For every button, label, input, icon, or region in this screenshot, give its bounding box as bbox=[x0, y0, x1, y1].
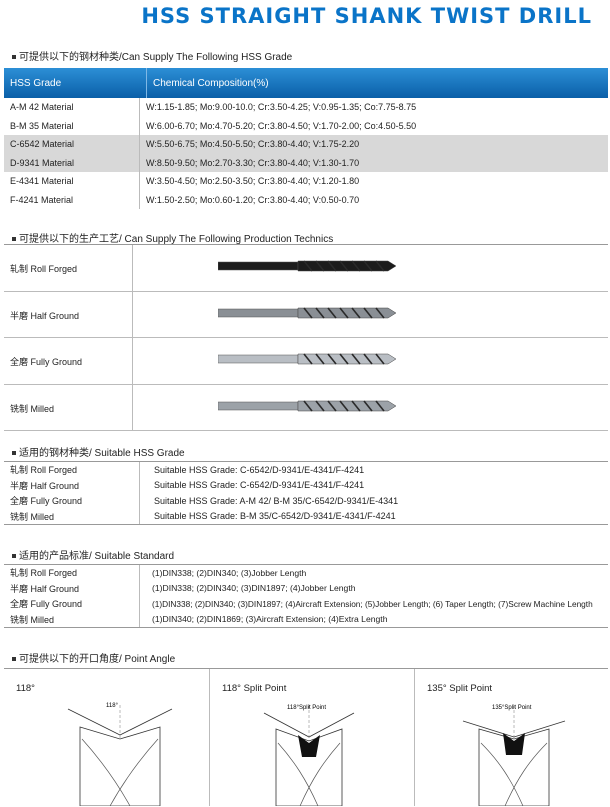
table-row: 铣制 Milled Suitable HSS Grade: B-M 35/C-65… bbox=[4, 508, 608, 524]
technic-label: 全磨 Fully Ground bbox=[4, 596, 140, 612]
drill-shank bbox=[218, 308, 299, 317]
suitable-standard-table: 轧制 Roll Forged (1)DIN338; (2)DIN340; (3)J… bbox=[4, 564, 608, 628]
section-heading-text: 适用的钢材种类/ Suitable HSS Grade bbox=[19, 448, 185, 459]
grade-cell: A-M 42 Material bbox=[4, 98, 140, 117]
composition-cell: W:8.50-9.50; Mo:2.70-3.30; Cr:3.80-4.40;… bbox=[146, 157, 360, 168]
section-heading-grade: 可提供以下的钢材种类/Can Supply The Following HSS … bbox=[12, 48, 292, 63]
page-title: HSS STRAIGHT SHANK TWIST DRILL bbox=[141, 4, 592, 28]
point-angle-title: 118° bbox=[16, 683, 35, 694]
point-angle-title: 118° Split Point bbox=[222, 683, 287, 694]
section-heading-suitable-standard: 适用的产品标准/ Suitable Standard bbox=[12, 547, 174, 562]
point-angle-118-split: 118° Split Point 118°Split Point bbox=[209, 669, 415, 806]
table-row: 半磨 Half Ground Suitable HSS Grade: C-6542… bbox=[4, 477, 608, 493]
technic-row: 轧制 Roll Forged bbox=[4, 245, 608, 292]
technic-label: 轧制 Roll Forged bbox=[4, 565, 140, 581]
grade-cell: B-M 35 Material bbox=[4, 116, 140, 135]
technic-row: 全磨 Fully Ground bbox=[4, 338, 608, 385]
suitable-grade-table: 轧制 Roll Forged Suitable HSS Grade: C-6542… bbox=[4, 461, 608, 525]
table-row: 轧制 Roll Forged (1)DIN338; (2)DIN340; (3)J… bbox=[4, 565, 608, 581]
bullet-icon bbox=[12, 451, 16, 456]
section-heading-text: 可提供以下的钢材种类/Can Supply The Following HSS … bbox=[19, 52, 293, 63]
table-row: D-9341 Material W:8.50-9.50; Mo:2.70-3.30… bbox=[4, 153, 608, 172]
point-angle-135-split: 135° Split Point 135°Split Point bbox=[414, 669, 609, 806]
technic-label: 半磨 Half Ground bbox=[4, 477, 140, 493]
section-heading-point-angle: 可提供以下的开口角度/ Point Angle bbox=[12, 650, 175, 665]
grade-cell: E-4341 Material bbox=[4, 172, 140, 191]
standard-value: (1)DIN338; (2)DIN340; (3)DIN1897; (4)Job… bbox=[152, 583, 356, 594]
table-row: E-4341 Material W:3.50-4.50; Mo:2.50-3.50… bbox=[4, 172, 608, 191]
drill-half-ground-image bbox=[218, 307, 397, 318]
header-hss-grade: HSS Grade bbox=[10, 77, 62, 89]
table-row: 铣制 Milled (1)DIN340; (2)DIN1869; (3)Aircr… bbox=[4, 611, 608, 627]
composition-cell: W:1.50-2.50; Mo:0.60-1.20; Cr:3.80-4.40;… bbox=[146, 194, 360, 205]
technic-label: 全磨 Fully Ground bbox=[4, 493, 140, 509]
grade-cell: D-9341 Material bbox=[4, 153, 140, 172]
technic-label: 铣制 Milled bbox=[4, 508, 140, 524]
composition-cell: W:3.50-4.50; Mo:2.50-3.50; Cr:3.80-4.40;… bbox=[146, 176, 360, 187]
composition-cell: W:6.00-6.70; Mo:4.70-5.20; Cr:3.80-4.50;… bbox=[146, 120, 417, 131]
angle-tag: 118° bbox=[106, 703, 119, 709]
grade-value: Suitable HSS Grade: C-6542/D-9341/E-4341… bbox=[154, 464, 365, 475]
grade-table-header: HSS Grade Chemical Composition(%) bbox=[4, 68, 608, 98]
bullet-icon bbox=[12, 237, 16, 242]
drill-fully-ground-image bbox=[218, 353, 397, 365]
drill-shank bbox=[218, 354, 299, 364]
bullet-icon bbox=[12, 55, 16, 60]
drill-shank bbox=[218, 261, 299, 271]
technics-table: 轧制 Roll Forged 半磨 Half Ground 全磨 Fully G… bbox=[4, 244, 608, 431]
angle-tag: 118°Split Point bbox=[287, 705, 326, 711]
drill-point-135-split-diagram: 135°Split Point bbox=[462, 705, 566, 806]
technic-label: 铣制 Milled bbox=[10, 403, 55, 414]
bullet-icon bbox=[12, 554, 16, 559]
table-row: 轧制 Roll Forged Suitable HSS Grade: C-6542… bbox=[4, 462, 608, 478]
drill-milled-image bbox=[218, 400, 397, 411]
table-row: B-M 35 Material W:6.00-6.70; Mo:4.70-5.20… bbox=[4, 116, 608, 135]
standard-value: (1)DIN340; (2)DIN1869; (3)Aircraft Exten… bbox=[152, 614, 388, 625]
angle-tag: 135°Split Point bbox=[492, 705, 532, 711]
bullet-icon bbox=[12, 657, 16, 662]
grade-value: Suitable HSS Grade: A-M 42/ B-M 35/C-654… bbox=[154, 495, 399, 506]
point-angle-title: 135° Split Point bbox=[427, 683, 493, 694]
table-row: A-M 42 Material W:1.15-1.85; Mo:9.00-10.0… bbox=[4, 98, 608, 117]
drill-point-118-split-diagram: 118°Split Point bbox=[263, 705, 355, 806]
standard-value: (1)DIN338; (2)DIN340; (3)DIN1897; (4)Air… bbox=[152, 598, 593, 609]
section-heading-suitable-grade: 适用的钢材种类/ Suitable HSS Grade bbox=[12, 444, 185, 459]
technic-row: 半磨 Half Ground bbox=[4, 291, 608, 338]
table-row: 全磨 Fully Ground Suitable HSS Grade: A-M 4… bbox=[4, 493, 608, 509]
grade-value: Suitable HSS Grade: C-6542/D-9341/E-4341… bbox=[154, 480, 365, 491]
section-heading-text: 可提供以下的开口角度/ Point Angle bbox=[19, 654, 176, 665]
drill-point-118-diagram: 118° bbox=[67, 703, 173, 806]
technic-label: 全磨 Fully Ground bbox=[10, 357, 83, 367]
standard-value: (1)DIN338; (2)DIN340; (3)Jobber Length bbox=[152, 567, 307, 578]
drill-roll-forged-image bbox=[218, 260, 397, 272]
technic-label: 轧制 Roll Forged bbox=[10, 264, 78, 274]
technic-label: 轧制 Roll Forged bbox=[4, 462, 140, 478]
technic-label: 半磨 Half Ground bbox=[4, 580, 140, 596]
point-angle-118: 118° 118° bbox=[4, 669, 209, 806]
table-row: 全磨 Fully Ground (1)DIN338; (2)DIN340; (3)… bbox=[4, 596, 608, 612]
grade-cell: C-6542 Material bbox=[4, 135, 140, 154]
point-angle-panel: 118° 118° 118° Split Point 118°Split Poi… bbox=[4, 668, 608, 806]
composition-cell: W:1.15-1.85; Mo:9.00-10.0; Cr:3.50-4.25;… bbox=[146, 102, 417, 113]
composition-cell: W:5.50-6.75; Mo:4.50-5.50; Cr:3.80-4.40;… bbox=[146, 139, 360, 150]
technic-label: 半磨 Half Ground bbox=[10, 310, 80, 321]
grade-table: HSS Grade Chemical Composition(%) A-M 42… bbox=[4, 68, 608, 209]
table-row: F-4241 Material W:1.50-2.50; Mo:0.60-1.20… bbox=[4, 190, 608, 209]
table-row: C-6542 Material W:5.50-6.75; Mo:4.50-5.50… bbox=[4, 135, 608, 154]
technic-label: 铣制 Milled bbox=[4, 611, 140, 627]
grade-value: Suitable HSS Grade: B-M 35/C-6542/D-9341… bbox=[154, 511, 396, 522]
section-heading-technics: 可提供以下的生产工艺/ Can Supply The Following Pro… bbox=[12, 230, 333, 245]
header-chemical-composition: Chemical Composition(%) bbox=[146, 68, 269, 98]
technic-row: 铣制 Milled bbox=[4, 384, 608, 431]
drill-shank bbox=[218, 401, 299, 410]
table-row: 半磨 Half Ground (1)DIN338; (2)DIN340; (3)D… bbox=[4, 580, 608, 596]
section-heading-text: 适用的产品标准/ Suitable Standard bbox=[19, 551, 175, 562]
grade-cell: F-4241 Material bbox=[4, 190, 140, 209]
